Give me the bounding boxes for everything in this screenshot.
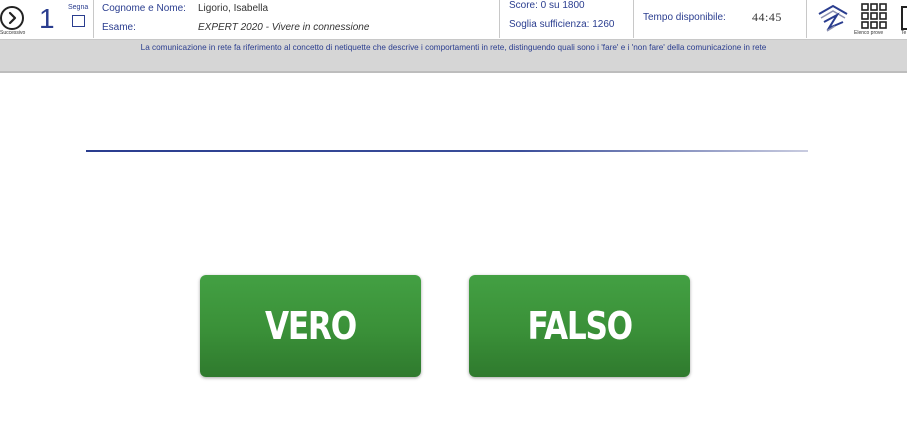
brand-logo-icon bbox=[818, 4, 848, 32]
divider bbox=[499, 0, 500, 38]
flag-label: Segna bbox=[68, 4, 89, 11]
flag-checkbox[interactable] bbox=[72, 15, 85, 27]
top-bar: Successivo 1 Segna Cognome e Nome: Ligor… bbox=[0, 0, 907, 40]
threshold-text: Soglia sufficienza: 1260 bbox=[509, 19, 615, 30]
terminate-label: Te bbox=[901, 30, 907, 36]
exam-label: Esame: bbox=[102, 22, 136, 33]
question-number: 1 bbox=[39, 3, 55, 34]
question-bar: La comunicazione in rete fa riferimento … bbox=[0, 40, 907, 73]
exam-value: EXPERT 2020 - Vivere in connessione bbox=[198, 22, 370, 33]
name-value: Ligorio, Isabella bbox=[198, 3, 269, 14]
false-button-label: FALSO bbox=[527, 304, 633, 348]
divider bbox=[806, 0, 807, 38]
question-text: La comunicazione in rete fa riferimento … bbox=[140, 43, 767, 52]
time-label: Tempo disponibile: bbox=[643, 12, 726, 23]
time-value: 44:45 bbox=[752, 10, 782, 24]
divider bbox=[633, 0, 634, 38]
false-button[interactable]: FALSO bbox=[469, 275, 690, 377]
grid-label: Elenco prove bbox=[854, 30, 884, 36]
score-text: Score: 0 su 1800 bbox=[509, 0, 585, 11]
true-button[interactable]: VERO bbox=[200, 275, 421, 377]
next-button[interactable] bbox=[0, 6, 24, 30]
true-button-label: VERO bbox=[265, 304, 357, 348]
next-label: Successivo bbox=[0, 30, 26, 36]
terminate-icon[interactable] bbox=[901, 6, 907, 30]
divider-line bbox=[86, 150, 808, 152]
chevron-right-icon bbox=[8, 11, 17, 25]
divider bbox=[93, 0, 94, 38]
name-label: Cognome e Nome: bbox=[102, 3, 186, 14]
grid-icon[interactable] bbox=[861, 3, 887, 29]
